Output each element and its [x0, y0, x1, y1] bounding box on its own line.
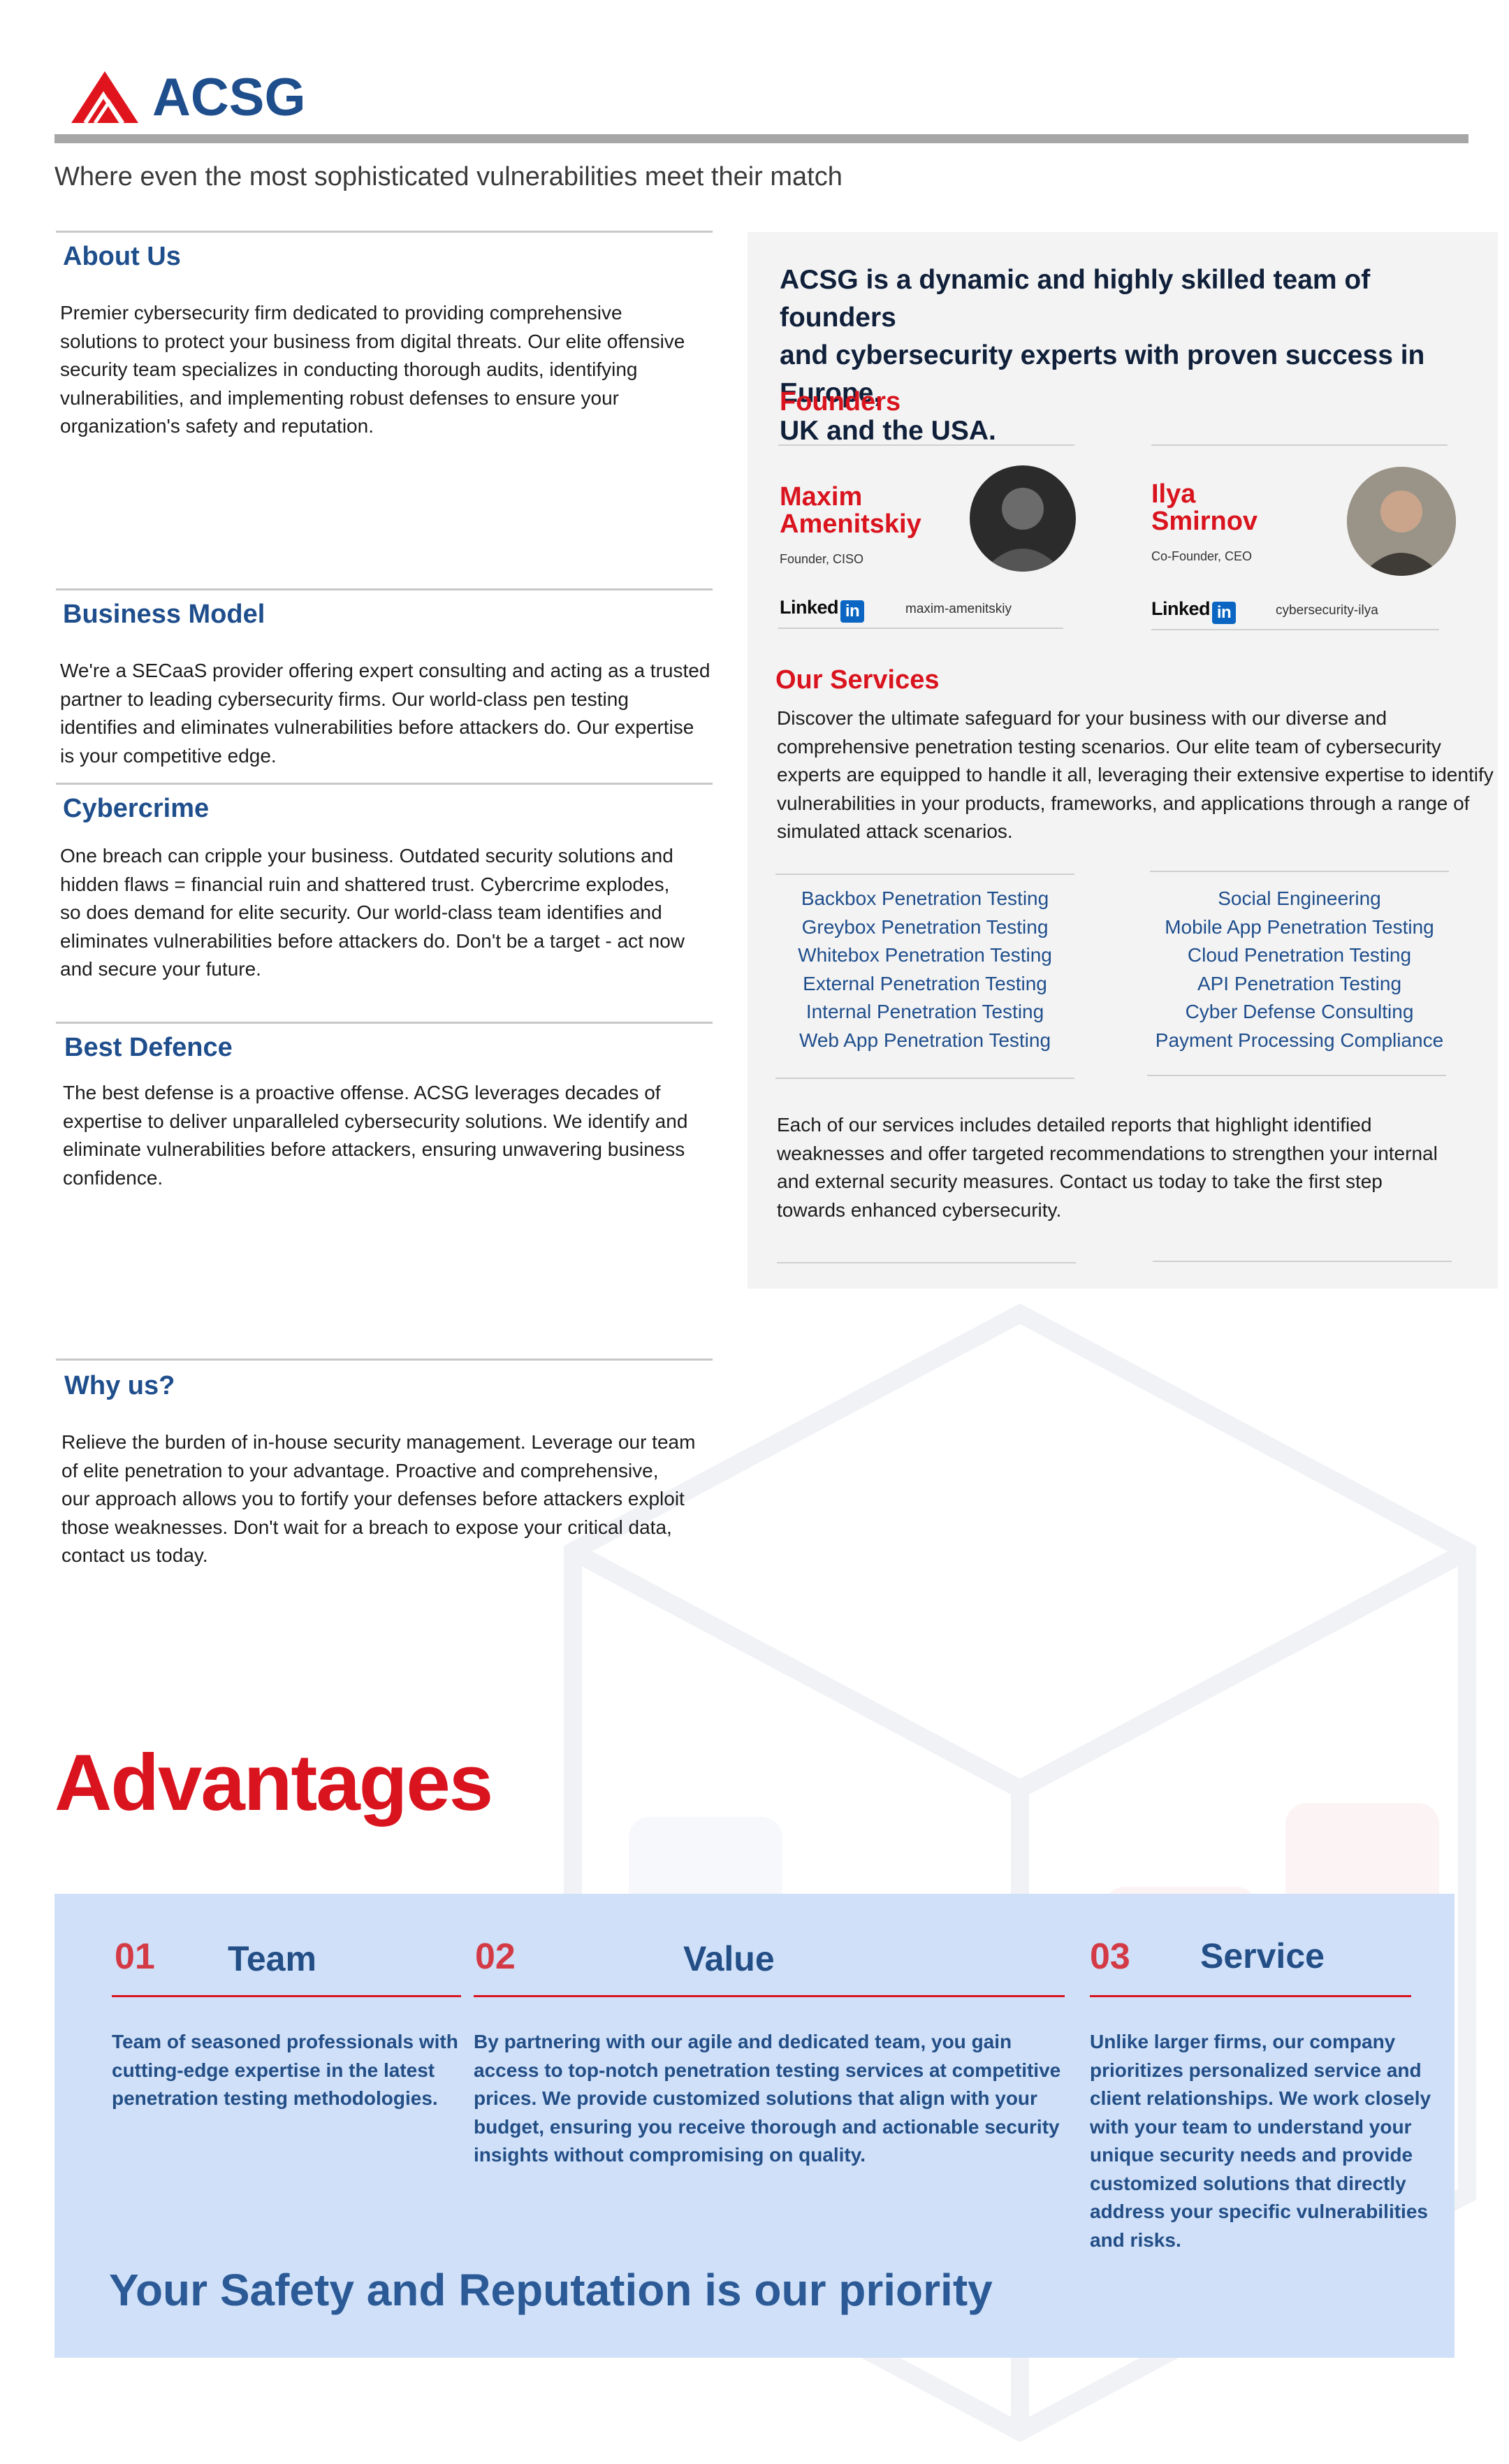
- advantage-number: 01: [115, 1936, 155, 1977]
- founder-divider-1: [778, 444, 1074, 446]
- services-left-bottom-rule: [775, 1078, 1074, 1079]
- advantage-number: 03: [1090, 1936, 1130, 1977]
- linkedin-in-icon: in: [1212, 602, 1237, 624]
- services-left-top-rule: [775, 874, 1074, 875]
- why-us-title: Why us?: [64, 1371, 175, 1400]
- brand-name: ACSG: [152, 68, 306, 127]
- page: { "brand": { "name": "ACSG", "tagline": …: [0, 0, 1509, 2464]
- founder-card-ilya: Ilya Smirnov Co-Founder, CEO Linked in cy…: [1151, 467, 1473, 637]
- founder-last-name: Smirnov: [1151, 507, 1258, 536]
- linkedin-handle-link[interactable]: cybersecurity-ilya: [1276, 603, 1378, 618]
- advantage-label: Service: [1200, 1936, 1325, 1976]
- founder-underline: [778, 628, 1063, 629]
- person-silhouette-icon: [1347, 467, 1456, 576]
- why-us-text: Relieve the burden of in-house security …: [61, 1431, 696, 1566]
- services-intro: Discover the ultimate safeguard for your…: [777, 707, 1494, 842]
- founder-role: Founder, CISO: [780, 552, 864, 566]
- about-title: About Us: [63, 242, 181, 271]
- service-item[interactable]: Web App Penetration Testing: [775, 1027, 1074, 1055]
- services-right-top-rule: [1150, 871, 1449, 872]
- best-defence-divider: [56, 1022, 713, 1024]
- services-list-right: Social Engineering Mobile App Penetratio…: [1139, 885, 1460, 1055]
- linkedin-logo[interactable]: Linked in: [1151, 598, 1237, 624]
- advantage-label: Team: [228, 1939, 316, 1978]
- cybercrime-text: One breach can cripple your business. Ou…: [60, 845, 685, 980]
- header-divider: [54, 134, 1468, 143]
- linkedin-handle-link[interactable]: maxim-amenitskiy: [905, 602, 1012, 617]
- advantage-underline: [1090, 1995, 1411, 1997]
- linkedin-in-icon: in: [840, 600, 865, 623]
- advantages-band: 01 Team Team of seasoned professionals w…: [54, 1894, 1455, 2358]
- about-text: Premier cybersecurity firm dedicated to …: [60, 302, 685, 437]
- service-item[interactable]: Backbox Penetration Testing: [775, 885, 1074, 913]
- business-model-text: We're a SECaaS provider offering expert …: [60, 660, 710, 767]
- advantage-underline: [112, 1995, 461, 1997]
- founders-title: Founders: [780, 387, 901, 416]
- tagline: Where even the most sophisticated vulner…: [54, 162, 843, 191]
- advantage-text: Unlike larger firms, our company priorit…: [1090, 2031, 1431, 2251]
- service-item[interactable]: Payment Processing Compliance: [1139, 1027, 1460, 1055]
- why-us-divider: [56, 1358, 713, 1361]
- founder-first-name: Maxim: [780, 482, 863, 512]
- service-item[interactable]: Whitebox Penetration Testing: [775, 941, 1074, 970]
- priority-slogan: Your Safety and Reputation is our priori…: [109, 2265, 993, 2315]
- advantage-label: Value: [683, 1939, 775, 1978]
- best-defence-title: Best Defence: [64, 1033, 233, 1062]
- about-divider: [56, 231, 713, 233]
- services-right-bottom-rule: [1147, 1075, 1446, 1076]
- business-model-divider: [56, 588, 713, 590]
- service-item[interactable]: Internal Penetration Testing: [775, 998, 1074, 1027]
- founder-divider-2: [1151, 444, 1448, 446]
- service-item[interactable]: Cyber Defense Consulting: [1139, 998, 1460, 1027]
- service-item[interactable]: API Penetration Testing: [1139, 970, 1460, 999]
- advantage-text: Team of seasoned professionals with cutt…: [112, 2031, 458, 2109]
- cybercrime-divider: [56, 783, 713, 785]
- linkedin-logo[interactable]: Linked in: [780, 597, 865, 623]
- services-list-left: Backbox Penetration Testing Greybox Pene…: [775, 885, 1074, 1055]
- services-outro: Each of our services includes detailed r…: [777, 1114, 1438, 1221]
- person-silhouette-icon: [982, 488, 1063, 572]
- brand-logo[interactable]: ACSG: [70, 68, 307, 127]
- panel-intro: ACSG is a dynamic and highly skilled tea…: [780, 265, 1425, 446]
- panel-bottom-rule-right: [1153, 1261, 1452, 1262]
- acsg-logo-icon: [71, 71, 138, 124]
- services-title: Our Services: [775, 665, 940, 695]
- cybercrime-title: Cybercrime: [63, 794, 210, 823]
- advantage-number: 02: [475, 1936, 516, 1977]
- service-item[interactable]: Mobile App Penetration Testing: [1139, 913, 1460, 942]
- service-item[interactable]: Greybox Penetration Testing: [775, 913, 1074, 942]
- founder-photo-avatar: [970, 465, 1076, 572]
- panel-bottom-rule-left: [777, 1262, 1076, 1263]
- founder-last-name: Amenitskiy: [780, 509, 921, 539]
- advantage-text: By partnering with our agile and dedicat…: [474, 2031, 1061, 2166]
- service-item[interactable]: External Penetration Testing: [775, 970, 1074, 999]
- founder-photo-avatar: [1347, 467, 1456, 576]
- service-item[interactable]: Social Engineering: [1139, 885, 1460, 913]
- founder-card-maxim: Maxim Amenitskiy Founder, CISO Linked in …: [778, 465, 1086, 637]
- founder-role: Co-Founder, CEO: [1151, 549, 1253, 563]
- best-defence-text: The best defense is a proactive offense.…: [63, 1082, 688, 1189]
- founder-first-name: Ilya: [1151, 479, 1196, 509]
- business-model-title: Business Model: [63, 600, 265, 629]
- advantage-underline: [474, 1995, 1065, 1997]
- service-item[interactable]: Cloud Penetration Testing: [1139, 941, 1460, 970]
- about-team-panel: ACSG is a dynamic and highly skilled tea…: [748, 232, 1498, 1289]
- founder-underline: [1151, 629, 1439, 630]
- advantages-title: Advantages: [54, 1739, 493, 1827]
